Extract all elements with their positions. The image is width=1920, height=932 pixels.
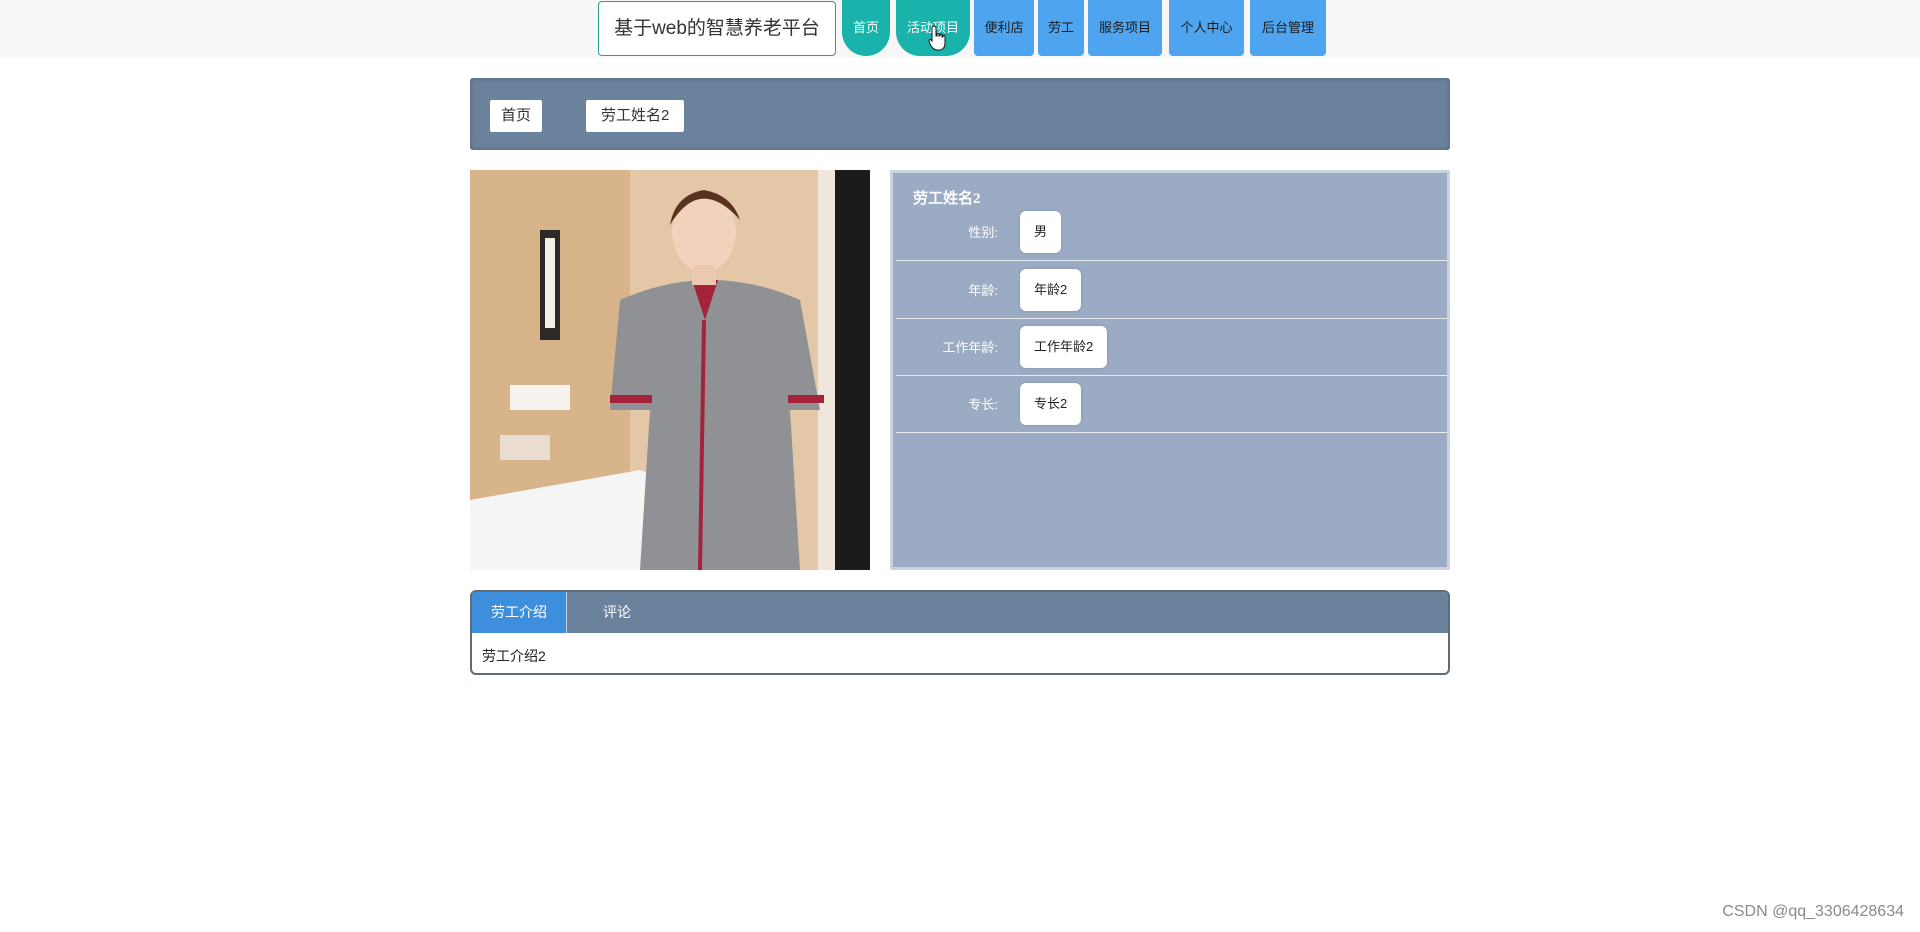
work-years-label: 工作年龄: bbox=[942, 340, 998, 355]
tab-bar: 劳工介绍 评论 bbox=[472, 592, 1448, 633]
info-row-specialty: 专长: 专长2 bbox=[896, 375, 1447, 433]
info-row-work-years: 工作年龄: 工作年龄2 bbox=[896, 318, 1447, 376]
age-label: 年龄: bbox=[968, 283, 998, 298]
age-value: 年龄2 bbox=[1020, 269, 1082, 311]
nav-workers[interactable]: 劳工 bbox=[1038, 0, 1084, 56]
specialty-value: 专长2 bbox=[1020, 383, 1082, 425]
breadcrumb-current[interactable]: 劳工姓名2 bbox=[586, 100, 685, 132]
breadcrumb: 首页 劳工姓名2 bbox=[470, 78, 1450, 150]
nav-admin[interactable]: 后台管理 bbox=[1250, 0, 1326, 56]
nav-personal-center[interactable]: 个人中心 bbox=[1169, 0, 1244, 56]
worker-info-panel: 劳工姓名2 性别: 男 年龄: 年龄2 工作年龄: 工作年龄2 专长: 专长2 bbox=[890, 170, 1450, 570]
work-years-value: 工作年龄2 bbox=[1020, 326, 1108, 368]
gender-value: 男 bbox=[1020, 211, 1062, 253]
watermark: CSDN @qq_3306428634 bbox=[1722, 903, 1904, 920]
hand-cursor-icon bbox=[928, 25, 946, 51]
info-row-age: 年龄: 年龄2 bbox=[896, 261, 1447, 319]
tab-comments[interactable]: 评论 bbox=[567, 592, 667, 633]
specialty-label: 专长: bbox=[968, 397, 998, 412]
gender-label: 性别: bbox=[968, 225, 998, 240]
info-row-gender: 性别: 男 bbox=[896, 203, 1447, 261]
detail-tabs: 劳工介绍 评论 劳工介绍2 bbox=[470, 590, 1450, 675]
site-title: 基于web的智慧养老平台 bbox=[598, 1, 836, 56]
tab-content-text: 劳工介绍2 bbox=[482, 648, 546, 664]
nav-services[interactable]: 服务项目 bbox=[1088, 0, 1162, 56]
nav-home[interactable]: 首页 bbox=[842, 0, 890, 56]
nav-convenience-store[interactable]: 便利店 bbox=[974, 0, 1034, 56]
worker-photo bbox=[470, 170, 870, 570]
tab-worker-intro[interactable]: 劳工介绍 bbox=[472, 592, 567, 633]
breadcrumb-home[interactable]: 首页 bbox=[490, 100, 543, 132]
